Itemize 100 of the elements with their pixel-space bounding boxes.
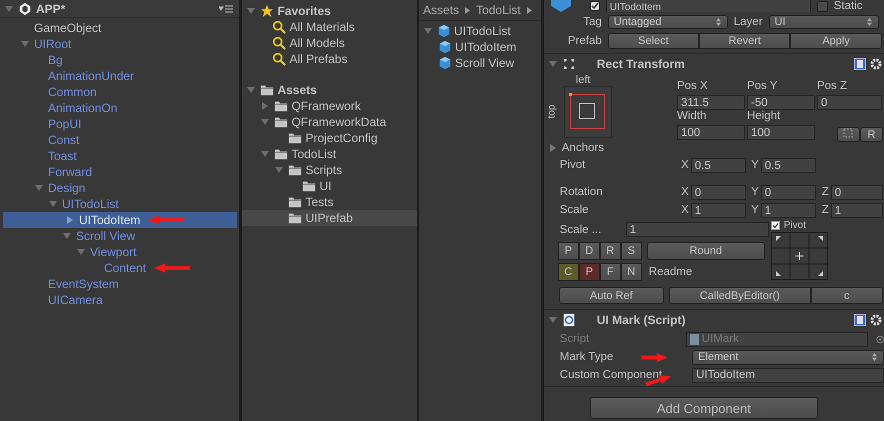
hierarchy-item[interactable]: Common <box>0 84 240 100</box>
prefab-item[interactable]: UITodoItem <box>419 39 541 55</box>
layer-dropdown[interactable]: UI <box>768 14 879 28</box>
raw-edit-button[interactable]: R <box>860 127 883 142</box>
number-field[interactable]: 1 <box>830 202 883 218</box>
hierarchy-item[interactable]: UITodoList <box>0 196 240 212</box>
toggle-button[interactable]: N <box>620 262 642 280</box>
expand-arrow-icon[interactable] <box>423 26 434 36</box>
number-field[interactable]: 100 <box>676 125 745 140</box>
add-component-button[interactable]: Add Component <box>590 397 818 419</box>
number-field[interactable]: 1 <box>760 202 816 218</box>
hierarchy-item[interactable]: Design <box>0 180 240 196</box>
settings-icon[interactable] <box>870 314 882 326</box>
active-checkbox[interactable] <box>590 1 600 11</box>
scale-field[interactable]: 1 <box>626 222 769 237</box>
folder-item[interactable]: Assets <box>242 82 418 98</box>
folder-item[interactable]: UIPrefab <box>242 210 418 226</box>
number-field[interactable]: 0 <box>690 184 746 200</box>
prefab-item[interactable]: Scroll View <box>419 55 541 71</box>
expand-arrow-icon[interactable] <box>65 215 75 225</box>
expand-arrow-icon[interactable] <box>548 143 558 153</box>
expand-arrow-icon[interactable] <box>62 231 72 241</box>
folder-item[interactable]: TodoList <box>242 146 418 162</box>
number-field[interactable]: -50 <box>746 95 815 110</box>
folder-item[interactable]: QFrameworkData <box>242 114 418 130</box>
hierarchy-item[interactable]: Scroll View <box>0 228 240 244</box>
help-icon[interactable] <box>854 314 866 326</box>
expand-arrow-icon[interactable] <box>274 165 284 175</box>
hierarchy-item[interactable]: PopUI <box>0 116 240 132</box>
hierarchy-item[interactable]: UICamera <box>0 292 240 308</box>
expand-arrow-icon[interactable] <box>76 247 86 257</box>
favorites-item[interactable]: Favorites <box>242 3 418 19</box>
hierarchy-item[interactable]: EventSystem <box>0 276 240 292</box>
auto-ref-button[interactable]: Auto Ref <box>558 287 664 304</box>
menu-icon[interactable] <box>219 4 234 12</box>
number-field[interactable]: 100 <box>746 125 815 140</box>
toggle-button[interactable]: C <box>558 262 579 280</box>
tag-dropdown[interactable]: Untagged <box>608 14 728 28</box>
number-field[interactable]: 1 <box>690 202 746 218</box>
folder-item[interactable]: ProjectConfig <box>242 130 418 146</box>
toggle-button[interactable]: P <box>578 262 600 280</box>
expand-arrow-icon[interactable] <box>548 315 558 325</box>
c-button[interactable]: c <box>810 287 883 304</box>
hierarchy-item[interactable]: Toast <box>0 148 240 164</box>
pivot-grid-drawing[interactable] <box>770 232 828 280</box>
expand-arrow-icon[interactable] <box>246 85 256 95</box>
round-button[interactable]: Round <box>646 242 765 260</box>
pivot-checkbox[interactable] <box>770 221 780 230</box>
hierarchy-item[interactable]: AnimationUnder <box>0 68 240 84</box>
breadcrumb-item[interactable]: TodoList <box>476 3 521 17</box>
expand-arrow-icon[interactable] <box>246 6 256 16</box>
number-field[interactable]: 0 <box>760 184 816 200</box>
hierarchy-item[interactable]: UIRoot <box>0 36 240 52</box>
prefab-button[interactable]: Select <box>608 32 700 48</box>
hierarchy-item[interactable]: Viewport <box>0 244 240 260</box>
prefab-button[interactable]: Revert <box>699 32 790 48</box>
hierarchy-item[interactable]: Content <box>0 260 240 276</box>
folder-item[interactable]: Scripts <box>242 162 418 178</box>
expand-arrow-icon[interactable] <box>34 183 44 193</box>
folder-item[interactable]: Tests <box>242 194 418 210</box>
expand-arrow-icon[interactable] <box>260 101 270 111</box>
anchor-preset-icon[interactable] <box>564 86 612 138</box>
favorite-search-item[interactable]: All Materials <box>242 19 418 35</box>
hierarchy-item[interactable]: UITodoItem <box>3 212 238 228</box>
text-field[interactable]: UITodoItem <box>692 368 884 382</box>
number-field[interactable]: 0.5 <box>690 158 746 172</box>
toggle-button[interactable]: F <box>600 262 621 280</box>
static-checkbox[interactable] <box>816 0 828 12</box>
hierarchy-item[interactable]: Const <box>0 132 240 148</box>
prefab-item[interactable]: UITodoList <box>419 23 541 39</box>
help-icon[interactable] <box>854 58 866 70</box>
favorite-search-item[interactable]: All Prefabs <box>242 51 418 67</box>
toggle-button[interactable]: R <box>600 242 621 260</box>
folder-item[interactable]: UI <box>242 178 418 194</box>
number-field[interactable]: 0 <box>830 184 883 200</box>
toggle-button[interactable]: P <box>558 242 579 260</box>
breadcrumb-item[interactable]: Assets <box>423 3 460 17</box>
expand-arrow-icon[interactable] <box>548 59 558 69</box>
expand-arrow-icon[interactable] <box>260 149 270 159</box>
called-by-editor-button[interactable]: CalledByEditor() <box>668 287 811 304</box>
hierarchy-item[interactable]: Forward <box>0 164 240 180</box>
expand-arrow-icon[interactable] <box>48 199 58 209</box>
settings-icon[interactable] <box>870 58 882 70</box>
number-field[interactable]: 0 <box>816 95 882 110</box>
object-picker-icon[interactable] <box>876 334 884 344</box>
hierarchy-item[interactable]: Bg <box>0 52 240 68</box>
folder-item[interactable]: QFramework <box>242 98 418 114</box>
collapse-arrow-icon[interactable] <box>4 4 14 14</box>
toggle-button[interactable]: S <box>620 242 642 260</box>
hierarchy-item[interactable]: GameObject <box>0 20 240 36</box>
mark-type-dropdown[interactable]: Element <box>692 350 884 364</box>
hierarchy-item[interactable]: AnimationOn <box>0 100 240 116</box>
expand-arrow-icon[interactable] <box>20 39 30 49</box>
number-field[interactable]: 311.5 <box>676 95 745 110</box>
name-field[interactable]: UITodoItem <box>606 0 811 12</box>
prefab-button[interactable]: Apply <box>790 32 882 48</box>
favorite-search-item[interactable]: All Models <box>242 35 418 51</box>
expand-arrow-icon[interactable] <box>260 117 270 127</box>
toggle-button[interactable]: D <box>578 242 600 260</box>
number-field[interactable]: 0.5 <box>760 158 816 172</box>
